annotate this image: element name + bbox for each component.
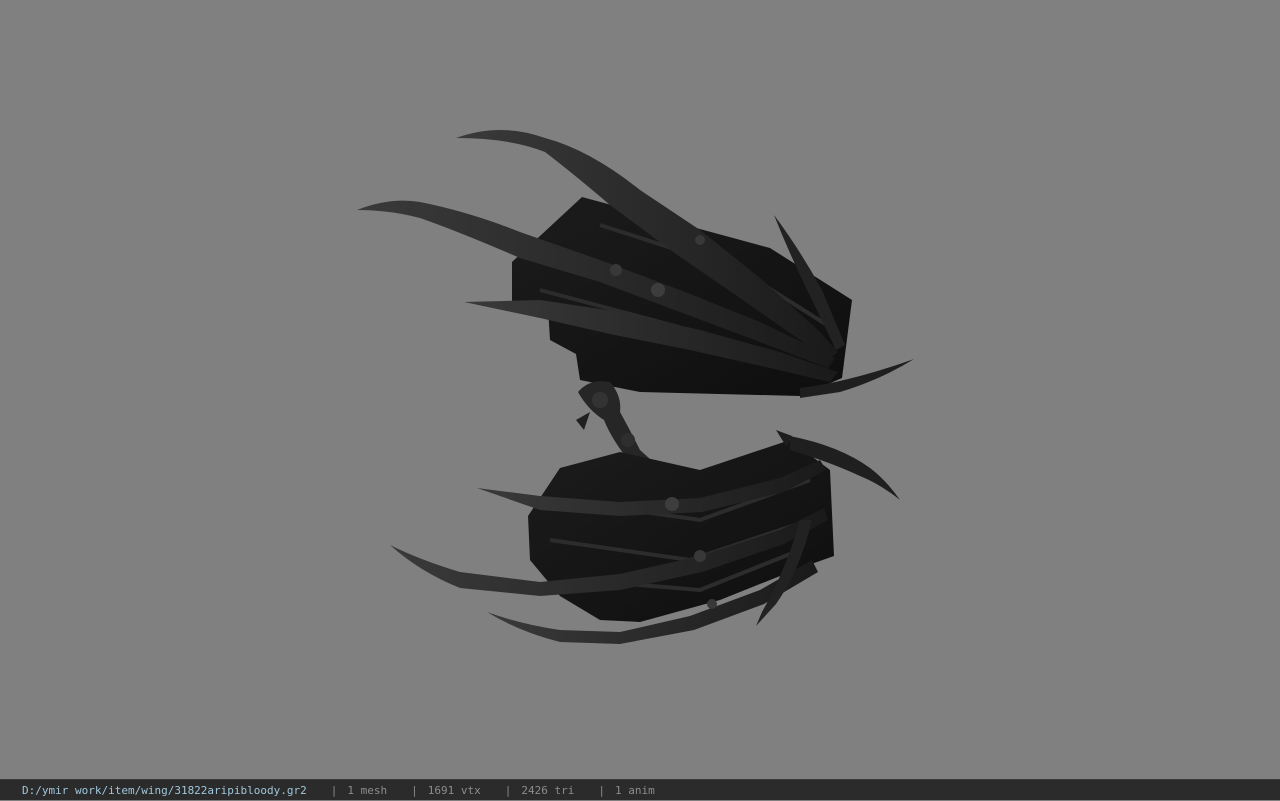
separator: | [598, 783, 605, 797]
separator: | [504, 783, 512, 797]
separator: | [330, 783, 338, 797]
status-bar: D:/ymir work/item/wing/31822aripibloody.… [0, 779, 1280, 800]
upper-wing [357, 130, 914, 398]
separator: | [411, 783, 418, 797]
lower-wing [390, 430, 900, 644]
anim-count: 1 anim [615, 783, 655, 797]
triangle-count: 2426 tri [521, 783, 575, 797]
mesh-count: 1 mesh [347, 783, 388, 797]
3d-viewport[interactable] [0, 0, 1280, 779]
vertex-count: 1691 vtx [427, 783, 481, 797]
wing-model [357, 130, 914, 644]
file-path: D:/ymir work/item/wing/31822aripibloody.… [22, 783, 307, 797]
